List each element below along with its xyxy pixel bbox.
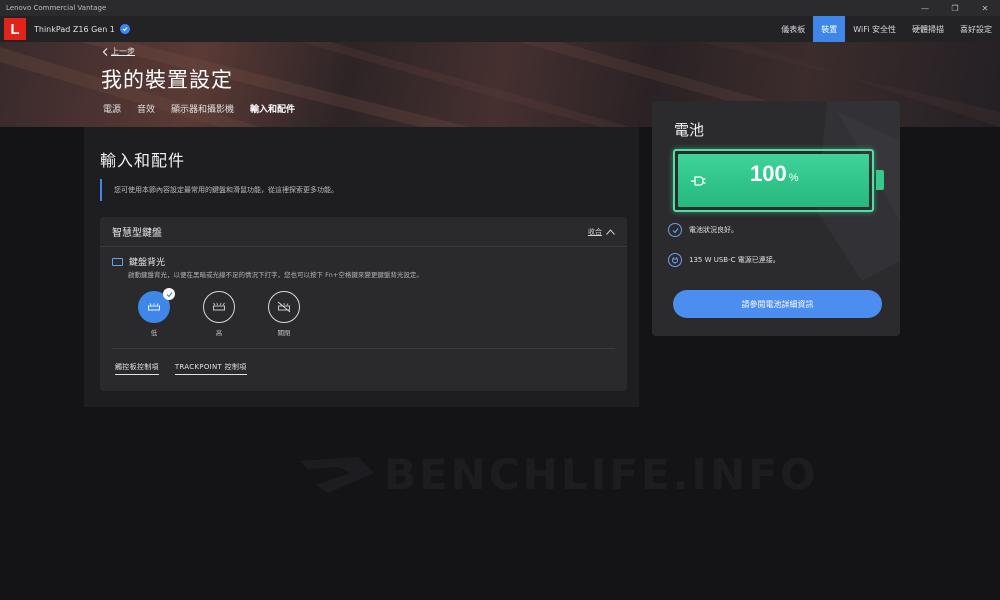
tab-display-camera[interactable]: 顯示器和攝影機	[171, 102, 234, 115]
battery-title: 電池	[674, 121, 705, 139]
nav-dashboard[interactable]: 儀表板	[773, 16, 813, 42]
selected-check-icon	[163, 288, 175, 300]
verified-check-icon	[119, 24, 130, 34]
collapse-link[interactable]: 收合	[588, 227, 615, 237]
backlight-low-label: 低	[150, 329, 158, 337]
control-links: 觸控板控制項 TRACKPOINT 控制項	[115, 362, 247, 375]
collapse-label: 收合	[588, 227, 602, 236]
plug-icon	[691, 176, 706, 186]
battery-card: 電池 100% 電池狀況良好。 135 W USB-C 電源已連接。 請參閱電池…	[652, 101, 900, 336]
battery-fill: 100%	[678, 154, 869, 207]
input-accessories-panel: 輸入和配件 您可使用本節內容設定最常用的鍵盤和滑鼠功能，從這裡探索更多功能。 智…	[84, 127, 639, 407]
battery-details-button[interactable]: 請參閱電池詳細資訊	[673, 290, 882, 318]
battery-tip	[876, 170, 884, 190]
backlight-description: 啟動鍵盤背光，以便在黑暗或光線不足的情況下打字，您也可以按下 Fn+空格鍵來變更…	[128, 271, 423, 279]
window-title: Lenovo Commercial Vantage	[6, 4, 107, 12]
backlight-heading: 鍵盤背光	[112, 255, 165, 268]
backlight-high-icon	[213, 302, 225, 311]
top-nav: 儀表板 裝置 WiFi 安全性 硬體掃描 喜好設定	[773, 16, 1000, 42]
chevron-up-icon	[606, 228, 615, 235]
battery-gauge: 100%	[673, 149, 874, 212]
backlight-option-off[interactable]: 關閉	[267, 291, 301, 337]
touchpad-controls-link[interactable]: 觸控板控制項	[115, 362, 159, 375]
keyboard-icon	[112, 257, 123, 266]
battery-percent-value: 100	[750, 161, 787, 186]
tab-audio[interactable]: 音效	[137, 102, 155, 115]
power-adapter-row: 135 W USB-C 電源已連接。	[668, 253, 780, 267]
battery-percent: 100%	[750, 161, 799, 187]
battery-health-row: 電池狀況良好。	[668, 223, 738, 237]
window-titlebar: Lenovo Commercial Vantage — ❐ ✕	[0, 0, 1000, 16]
nav-hardware-scan[interactable]: 硬體掃描	[904, 16, 952, 42]
backlight-option-high[interactable]: 高	[202, 291, 236, 337]
backlight-low-icon	[148, 303, 160, 311]
settings-tabs: 電源 音效 顯示器和攝影機 輸入和配件	[103, 102, 295, 115]
backlight-option-low[interactable]: 低	[137, 288, 175, 337]
battery-percent-sign: %	[788, 172, 799, 184]
lenovo-logo[interactable]: L	[4, 18, 26, 40]
watermark-text: BENCHLIFE.INFO	[384, 450, 819, 499]
backlight-label: 鍵盤背光	[129, 258, 166, 268]
back-link[interactable]: 上一步	[102, 46, 135, 57]
power-adapter-text: 135 W USB-C 電源已連接。	[689, 256, 780, 264]
benchlife-logo-icon	[300, 456, 374, 493]
backlight-off-button[interactable]	[268, 291, 300, 323]
backlight-high-button[interactable]	[203, 291, 235, 323]
section-title: 輸入和配件	[100, 151, 186, 170]
nav-wifi-security[interactable]: WiFi 安全性	[845, 16, 904, 42]
close-button[interactable]: ✕	[970, 0, 1000, 16]
minimize-button[interactable]: —	[910, 0, 940, 16]
benchlife-watermark: BENCHLIFE.INFO	[298, 450, 819, 499]
smart-keyboard-title: 智慧型鍵盤	[112, 228, 162, 239]
backlight-low-button[interactable]	[138, 288, 175, 323]
maximize-button[interactable]: ❐	[940, 0, 970, 16]
power-plug-icon	[668, 253, 682, 267]
check-circle-icon	[668, 223, 682, 237]
smart-keyboard-header: 智慧型鍵盤 收合	[100, 217, 627, 247]
trackpoint-controls-link[interactable]: TRACKPOINT 控制項	[174, 362, 247, 375]
nav-preferences[interactable]: 喜好設定	[952, 16, 1000, 42]
chevron-left-icon	[102, 47, 108, 56]
backlight-off-label: 關閉	[277, 329, 291, 337]
nav-device[interactable]: 裝置	[813, 16, 846, 42]
section-description: 您可使用本節內容設定最常用的鍵盤和滑鼠功能，從這裡探索更多功能。	[100, 179, 338, 201]
app-header: L ThinkPad Z16 Gen 1 儀表板 裝置 WiFi 安全性 硬體掃…	[0, 16, 1000, 42]
tab-input-accessories[interactable]: 輸入和配件	[250, 102, 295, 115]
backlight-off-icon	[277, 301, 291, 313]
backlight-high-label: 高	[215, 329, 223, 337]
page-title: 我的裝置設定	[101, 68, 233, 92]
smart-keyboard-card: 智慧型鍵盤 收合 鍵盤背光 啟動鍵盤背光，以便在黑暗或光線不足的情況下打字，您也…	[100, 217, 627, 391]
back-label: 上一步	[111, 47, 135, 56]
battery-health-text: 電池狀況良好。	[689, 226, 738, 234]
device-name: ThinkPad Z16 Gen 1	[34, 24, 115, 34]
card-divider	[112, 348, 615, 349]
tab-power[interactable]: 電源	[103, 102, 121, 115]
